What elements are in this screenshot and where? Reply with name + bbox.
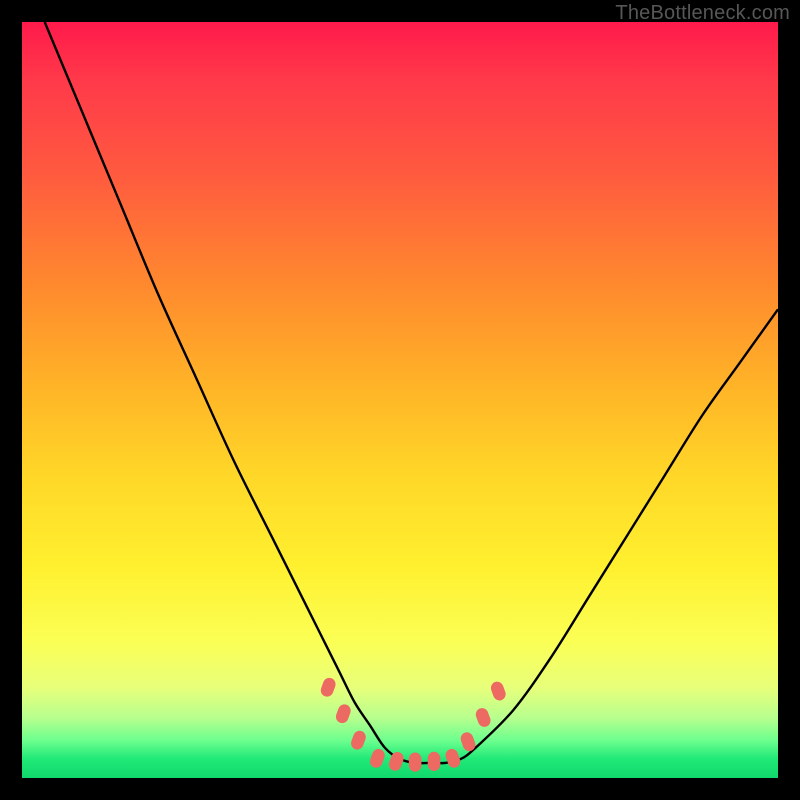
curve-marker xyxy=(334,703,352,725)
curve-marker xyxy=(428,752,441,771)
chart-plot-area xyxy=(22,22,778,778)
curve-marker xyxy=(409,753,422,772)
curve-marker xyxy=(489,680,507,702)
chart-frame: TheBottleneck.com xyxy=(0,0,800,800)
curve-marker xyxy=(349,729,367,751)
curve-marker xyxy=(319,676,337,698)
curve-marker xyxy=(474,706,492,728)
watermark-text: TheBottleneck.com xyxy=(615,2,790,25)
curve-marker xyxy=(368,747,386,769)
curve-line xyxy=(45,22,778,763)
curve-marker xyxy=(444,747,462,769)
bottleneck-curve xyxy=(22,22,778,778)
